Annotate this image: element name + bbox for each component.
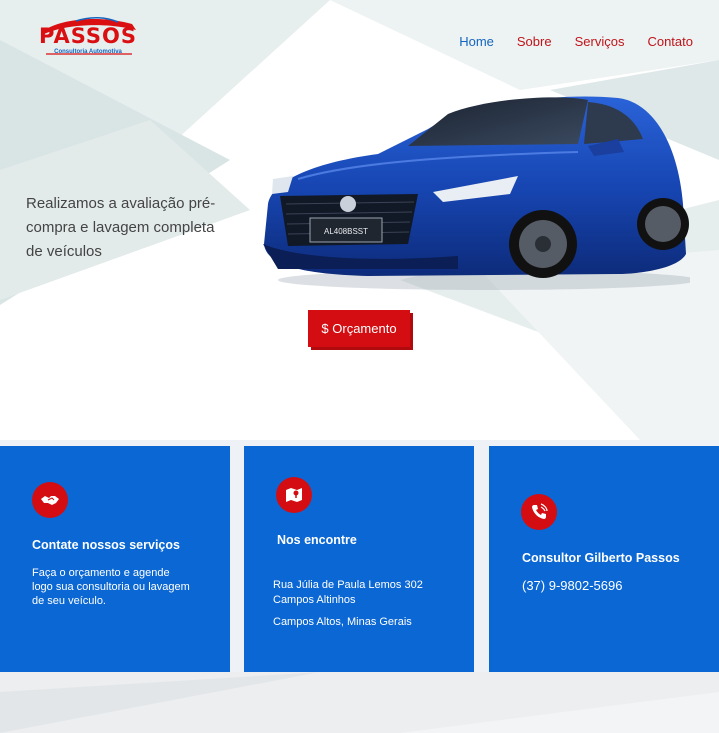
phone-number[interactable]: (37) 9-9802-5696	[522, 579, 702, 593]
handshake-icon	[32, 482, 68, 518]
footer-background	[0, 672, 719, 733]
nav-home[interactable]: Home	[459, 34, 494, 49]
phone-icon	[521, 494, 557, 530]
map-icon	[276, 477, 312, 513]
car-image: AL408BSST	[263, 96, 690, 290]
brand-subtitle: Consultoria Automotiva	[54, 49, 122, 55]
address-line2: Campos Altinhos	[273, 594, 356, 606]
location-card: Nos encontre Rua Júlia de Paula Lemos 30…	[244, 446, 474, 672]
quote-button[interactable]: $ Orçamento	[308, 310, 410, 347]
hero-section: PASSOS Consultoria Automotiva Home Sobre…	[0, 0, 719, 440]
services-card: Contate nossos serviços Faça o orçamento…	[0, 446, 230, 672]
services-card-text: Faça o orçamento e agende logo sua consu…	[32, 567, 190, 607]
footer-band	[0, 672, 719, 733]
consultant-name: Consultor Gilberto Passos	[522, 551, 680, 565]
main-nav: Home Sobre Serviços Contato	[459, 34, 693, 49]
address-line1: Rua Júlia de Paula Lemos 302	[273, 579, 423, 591]
contact-card: Consultor Gilberto Passos (37) 9-9802-56…	[489, 446, 719, 672]
brand-name: PASSOS	[39, 24, 137, 48]
nav-sobre[interactable]: Sobre	[517, 34, 552, 49]
services-card-title: Contate nossos serviços	[32, 538, 180, 552]
hero-tagline: Realizamos a avaliação pré-compra e lava…	[26, 195, 216, 260]
nav-contato[interactable]: Contato	[647, 34, 693, 49]
car-plate-text: AL408BSST	[324, 227, 368, 236]
address-city: Campos Altos, Minas Gerais	[273, 616, 412, 628]
nav-servicos[interactable]: Serviços	[575, 34, 625, 49]
location-card-title: Nos encontre	[277, 533, 357, 547]
